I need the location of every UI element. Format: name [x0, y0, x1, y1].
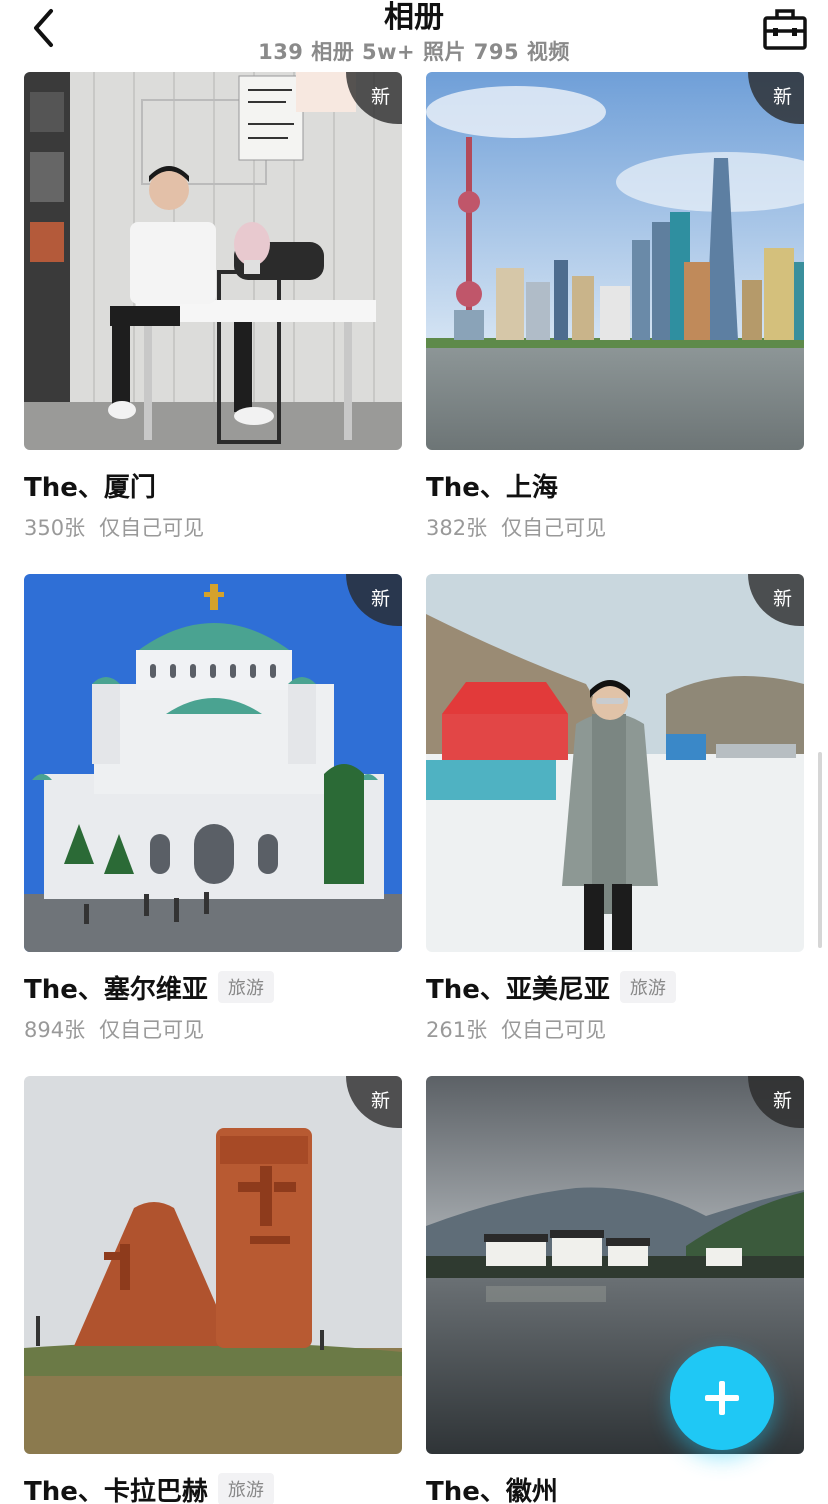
- album-stats: 139 相册 5w+ 照片 795 视频: [258, 40, 570, 64]
- album-meta: 350张 仅自己可见: [24, 512, 204, 542]
- album-cover[interactable]: 新: [24, 1076, 402, 1454]
- toolbox-button[interactable]: [760, 6, 810, 52]
- album-name: The、厦门: [24, 472, 156, 503]
- cover-image-cafe: [24, 72, 402, 450]
- toolbox-icon: [763, 9, 807, 50]
- album-tag: 旅游: [619, 971, 676, 1003]
- scrollbar[interactable]: [818, 752, 822, 948]
- plus-icon: [705, 1381, 739, 1415]
- album-title-row: The、卡拉巴赫 旅游: [24, 1472, 274, 1504]
- album-meta: 261张 仅自己可见: [426, 1014, 606, 1044]
- visibility-label: 仅自己可见: [99, 516, 205, 540]
- album-meta: 382张 仅自己可见: [426, 512, 606, 542]
- album-cover[interactable]: 新: [24, 72, 402, 450]
- album-tag: 旅游: [217, 1473, 274, 1504]
- top-bar: 相册 139 相册 5w+ 照片 795 视频: [0, 0, 828, 70]
- album-page: 相册 139 相册 5w+ 照片 795 视频 新 The、厦门 350张 仅自…: [0, 0, 828, 1504]
- album-tag: 旅游: [217, 971, 274, 1003]
- add-album-button[interactable]: [670, 1346, 774, 1450]
- album-title-row: The、上海: [426, 468, 558, 503]
- album-title-row: The、厦门: [24, 468, 156, 503]
- album-name: The、亚美尼亚: [426, 974, 610, 1005]
- album-cover[interactable]: 新: [426, 72, 804, 450]
- photo-count: 261张: [426, 1018, 488, 1042]
- cover-image-monument: [24, 1076, 402, 1454]
- visibility-label: 仅自己可见: [501, 1018, 607, 1042]
- album-title-row: The、亚美尼亚 旅游: [426, 970, 676, 1005]
- album-card[interactable]: 新 The、卡拉巴赫 旅游: [24, 1076, 402, 1504]
- album-cover[interactable]: 新: [426, 574, 804, 952]
- photo-count: 894张: [24, 1018, 86, 1042]
- visibility-label: 仅自己可见: [501, 516, 607, 540]
- cover-image-cathedral: [24, 574, 402, 952]
- album-title-row: The、徽州: [426, 1472, 558, 1504]
- album-card[interactable]: 新 The、塞尔维亚 旅游 894张 仅自己可见: [24, 574, 402, 1042]
- visibility-label: 仅自己可见: [99, 1018, 205, 1042]
- album-name: The、塞尔维亚: [24, 974, 208, 1005]
- album-name: The、徽州: [426, 1476, 558, 1504]
- album-card[interactable]: 新 The、厦门 350张 仅自己可见: [24, 72, 402, 540]
- album-name: The、卡拉巴赫: [24, 1476, 208, 1504]
- photo-count: 382张: [426, 516, 488, 540]
- album-cover[interactable]: 新: [24, 574, 402, 952]
- cover-image-skyline: [426, 72, 804, 450]
- album-name: The、上海: [426, 472, 558, 503]
- album-meta: 894张 仅自己可见: [24, 1014, 204, 1044]
- album-title-row: The、塞尔维亚 旅游: [24, 970, 274, 1005]
- page-title: 相册: [384, 0, 444, 35]
- album-card[interactable]: 新 The、亚美尼亚 旅游 261张 仅自己可见: [426, 574, 804, 1042]
- album-card[interactable]: 新 The、上海 382张 仅自己可见: [426, 72, 804, 540]
- photo-count: 350张: [24, 516, 86, 540]
- cover-image-snow-lake: [426, 574, 804, 952]
